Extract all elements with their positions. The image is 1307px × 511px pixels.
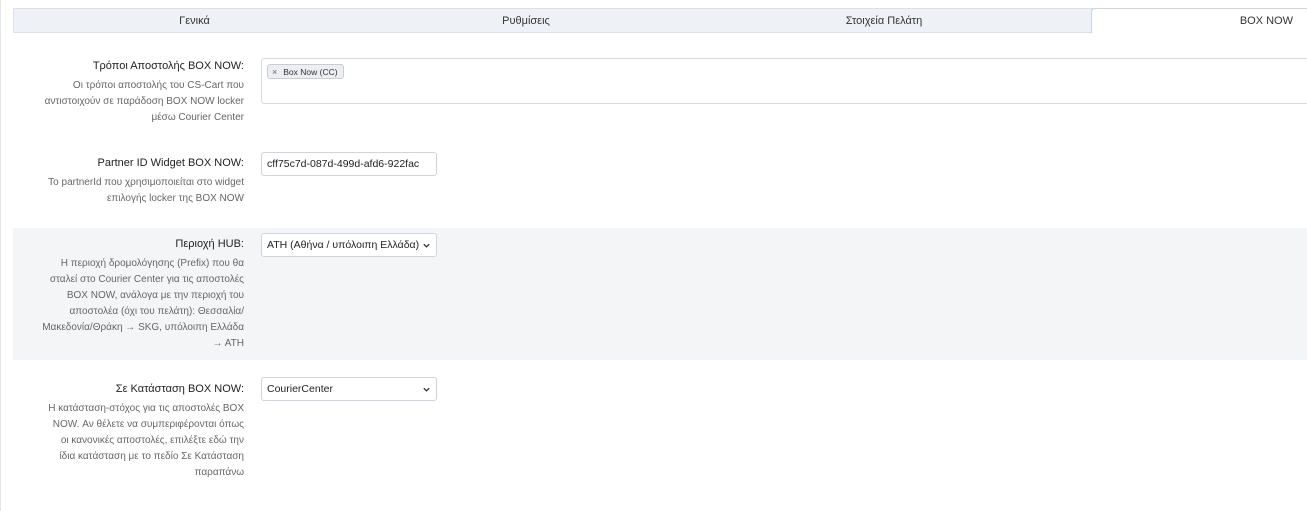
description-line: επιλογής locker της BOX NOW [106, 193, 244, 204]
description-line: αντιστοιχούν σε παράδοση BOX NOW locker [44, 96, 244, 107]
description-line: αποστολέα (όχι του πελάτη): Θεσσαλία/ [69, 306, 245, 317]
description-line: οι κανονικές αποστολές, επιλέξτε εδώ την [60, 435, 244, 446]
partner-id-input[interactable]: cff75c7d-087d-499d-afd6-922fac [261, 152, 437, 176]
setting-row-status: Σε Κατάσταση BOX NOW: Η κατάσταση-στόχος… [13, 366, 1307, 486]
description-line: NOW. Αν θέλετε να συμπεριφέρονται όπως [52, 419, 244, 430]
status-select[interactable]: CourierCenter [261, 377, 437, 401]
description-line: Μακεδονία/Θράκη → SKG, υπόλοιπη Ελλάδα [42, 322, 244, 333]
description-line: Οι τρόποι αποστολής του CS-Cart που [72, 80, 244, 91]
description-line: Η κατάσταση-στόχος για τις αποστολές BOX [48, 403, 244, 414]
chevron-down-icon [423, 243, 430, 248]
description-line: σταλεί στο Courier Center για τις αποστο… [49, 274, 244, 285]
description-line: ίδια κατάσταση με το πεδίο Σε Κατάσταση [59, 451, 244, 462]
setting-row-hub: Περιοχή HUB: Η περιοχή δρομολόγησης (Pre… [13, 228, 1307, 360]
shipping-methods-label: Τρόποι Αποστολής BOX NOW: [92, 60, 244, 72]
status-select-value: CourierCenter [267, 383, 333, 395]
chip-label: Box Now (CC) [283, 66, 338, 77]
close-icon[interactable]: × [272, 67, 277, 77]
description-line: παραπάνω [194, 467, 244, 478]
hub-label: Περιοχή HUB: [175, 238, 244, 250]
hub-select-value: ATH (Αθήνα / υπόλοιπη Ελλάδα) [267, 239, 420, 251]
tab-settings[interactable]: Ρυθμίσεις [375, 9, 677, 32]
setting-row-shipping-methods: Τρόποι Αποστολής BOX NOW: Οι τρόποι αποσ… [13, 48, 1307, 134]
description-line: Η περιοχή δρομολόγησης (Prefix) που θα [60, 258, 244, 269]
hub-description: Η περιοχή δρομολόγησης (Prefix) που θα σ… [18, 256, 244, 352]
status-label: Σε Κατάσταση BOX NOW: [115, 383, 244, 395]
setting-row-partner-id: Partner ID Widget BOX NOW: Το partnerId … [13, 138, 1307, 224]
partner-id-description: Το partnerId που χρησιμοποιείται στο wid… [18, 175, 244, 207]
description-line: Το partnerId που χρησιμοποιείται στο wid… [48, 177, 244, 188]
left-border [0, 0, 1, 511]
shipping-methods-multiselect[interactable]: × Box Now (CC) [261, 58, 1307, 104]
selected-chip: × Box Now (CC) [267, 64, 344, 79]
hub-select[interactable]: ATH (Αθήνα / υπόλοιπη Ελλάδα) [261, 233, 437, 257]
tab-general[interactable]: Γενικά [14, 9, 375, 32]
tab-customer-info[interactable]: Στοιχεία Πελάτη [677, 9, 1091, 32]
description-line: BOX NOW, ανάλογα με την περιοχή του [66, 290, 244, 301]
status-description: Η κατάσταση-στόχος για τις αποστολές BOX… [18, 401, 244, 481]
description-line: μέσω Courier Center [151, 112, 244, 123]
chevron-down-icon [423, 387, 430, 392]
tab-bar: Γενικά Ρυθμίσεις Στοιχεία Πελάτη BOX NOW [13, 8, 1307, 34]
tab-box-now[interactable]: BOX NOW [1091, 8, 1307, 34]
partner-id-label: Partner ID Widget BOX NOW: [97, 157, 244, 169]
shipping-methods-description: Οι τρόποι αποστολής του CS-Cart που αντι… [18, 78, 244, 126]
description-line: → ATH [212, 338, 244, 349]
